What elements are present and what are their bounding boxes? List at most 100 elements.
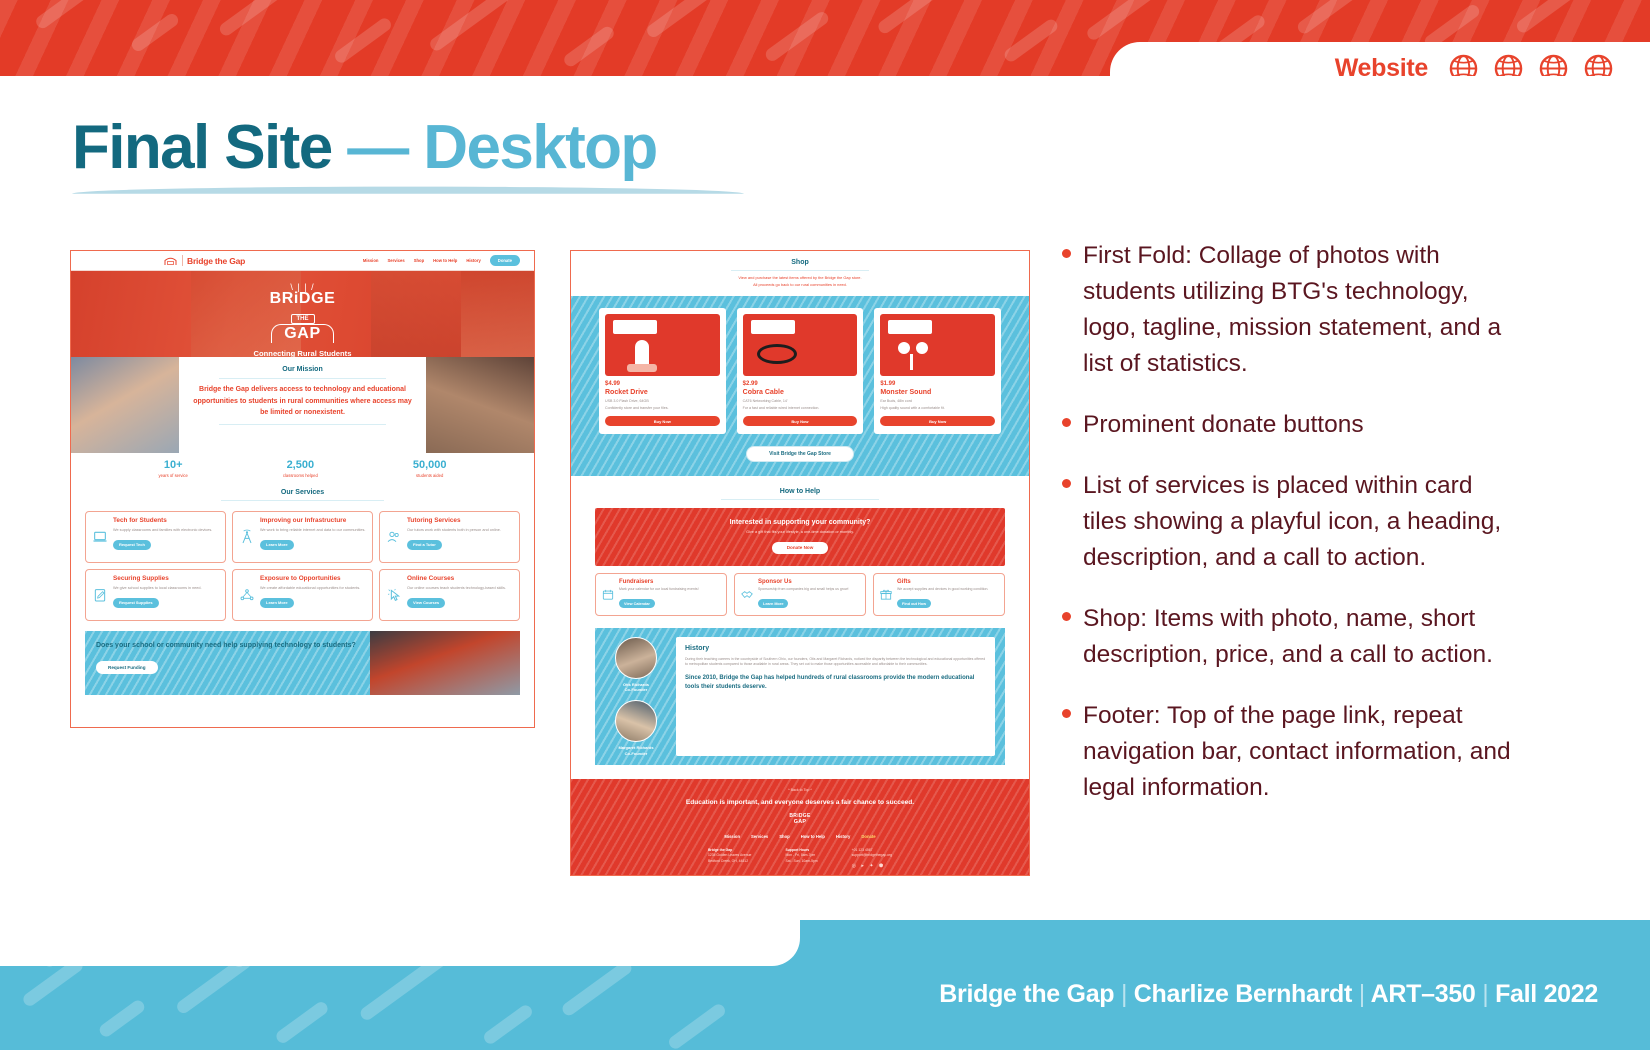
shop-heading: Shop <box>791 259 809 266</box>
footer-hours-title: Support Hours <box>785 848 810 853</box>
stat-item: 2,500 classrooms helped <box>283 459 318 478</box>
request-funding-button[interactable]: Request Funding <box>96 660 158 674</box>
product-card[interactable]: $1.99 Monster Sound Ear Buds, 48in cord … <box>874 308 1001 435</box>
service-card[interactable]: Exposure to Opportunities We create affo… <box>232 569 373 621</box>
footer-link-shop[interactable]: Shop <box>779 834 789 839</box>
product-card[interactable]: $2.99 Cobra Cable CAT6 Networking Cable,… <box>736 308 864 435</box>
footer-link-mission[interactable]: Mission <box>724 834 740 839</box>
nav-link-mission[interactable]: Mission <box>363 258 379 263</box>
how-to-help-heading: How to Help <box>779 488 821 496</box>
help-card[interactable]: Gifts We accept supplies and devices in … <box>873 572 1005 616</box>
nav-link-how-to-help[interactable]: How to Help <box>433 258 457 263</box>
stat-label: years of service <box>158 473 188 478</box>
buy-now-button[interactable]: Buy Now <box>880 416 995 427</box>
bullet-dot-icon <box>1062 249 1071 258</box>
note-text: First Fold: Collage of photos with stude… <box>1083 242 1502 377</box>
globe-icon <box>1494 54 1523 76</box>
shop-subtitle-line1: View and purchase the latest items offer… <box>738 275 862 280</box>
product-image <box>742 314 858 376</box>
service-cta-button[interactable]: Request Tech <box>113 540 151 550</box>
footer-link-history[interactable]: History <box>836 834 850 839</box>
back-to-top-link[interactable]: ^ Back to Top ^ <box>571 788 1029 792</box>
nav-donate-button[interactable]: Donate <box>489 255 520 266</box>
service-cta-button[interactable]: Find a Tutor <box>407 540 442 550</box>
footer-address-line2: Bedford Creek, OH, 44812 <box>707 858 749 863</box>
help-card-button[interactable]: View Calendar <box>619 599 655 608</box>
service-card[interactable]: Online Courses Our online courses teach … <box>379 569 520 621</box>
desktop-mockup-shop: Shop View and purchase the latest items … <box>570 250 1030 876</box>
footer-tagline: Education is important, and everyone des… <box>685 799 915 807</box>
logo-the-text: THE <box>290 314 315 324</box>
footer-donate-link[interactable]: Donate <box>861 834 875 839</box>
service-card[interactable]: Tech for Students We supply classrooms a… <box>85 511 226 563</box>
bridge-the-gap-logo-icon <box>164 257 177 265</box>
globe-icon <box>1584 54 1613 76</box>
donate-banner-sub: Give a gift that fits your lifestyle, a … <box>746 530 854 535</box>
brand-lockup: Bridge the Gap <box>163 255 245 266</box>
service-card[interactable]: Securing Supplies We give school supplie… <box>85 569 226 621</box>
note-item: Footer: Top of the page link, repeat nav… <box>1062 698 1512 806</box>
founder-name: Margaret Richards Co-Founder <box>605 745 667 756</box>
history-highlight: Since 2010, Bridge the Gap has helped hu… <box>685 675 975 690</box>
mission-photo-right <box>426 357 534 453</box>
nav-link-history[interactable]: History <box>466 258 480 263</box>
buy-now-button[interactable]: Buy Now <box>742 416 858 427</box>
history-card: History During their teaching careers in… <box>676 636 995 757</box>
avatar <box>615 700 657 743</box>
help-card[interactable]: Sponsor Us Sponsorship from companies bi… <box>734 572 866 616</box>
footer-columns: Bridge the Gap 1234 Golden Leaves Avenue… <box>571 848 1029 869</box>
buy-now-button[interactable]: Buy Now <box>605 416 720 427</box>
brand-name: Bridge the Gap <box>187 255 246 266</box>
help-card-title: Gifts <box>897 578 911 585</box>
footer-email[interactable]: support@bridgethegap.org <box>852 853 892 857</box>
website-tab: Website <box>1110 42 1650 76</box>
logo-bridge-text: BRiDGE <box>269 290 336 307</box>
services-heading: Our Services <box>280 489 325 496</box>
service-cta-button[interactable]: Learn More <box>260 540 294 550</box>
product-desc: Confidently store and transfer your file… <box>605 406 669 410</box>
service-cta-button[interactable]: View Courses <box>407 598 446 608</box>
service-desc: Our online courses teach students techno… <box>407 586 506 590</box>
footer-social-icons[interactable]: ◎ ▸ ✦ ⬢ <box>852 863 892 869</box>
page-title-part1: Final Site <box>72 113 348 182</box>
avatar <box>615 636 657 679</box>
footer-phone[interactable]: +01 123 4567 <box>852 848 873 852</box>
footer-link-services[interactable]: Services <box>751 834 768 839</box>
footer-hours-line1: Mon - Fri, 8am-7pm <box>785 853 816 858</box>
product-image <box>880 314 995 376</box>
product-desc: For a fast and reliable wired internet c… <box>742 406 820 410</box>
help-cards-grid: Fundraisers Mark your calendar for our l… <box>571 566 1029 616</box>
help-card-button[interactable]: Find out How <box>897 599 932 608</box>
visit-store-button[interactable]: Visit Bridge the Gap Store <box>746 446 854 463</box>
service-cta-button[interactable]: Learn More <box>260 598 294 608</box>
tower-icon <box>242 529 252 544</box>
cursor-click-icon <box>387 588 401 601</box>
service-desc: We work to bring reliable internet and d… <box>260 528 366 532</box>
help-card[interactable]: Fundraisers Mark your calendar for our l… <box>595 572 727 616</box>
help-card-title: Fundraisers <box>619 578 654 585</box>
footer-link-how-to-help[interactable]: How to Help <box>801 834 825 839</box>
service-card[interactable]: Tutoring Services Our tutors work with s… <box>379 511 520 563</box>
hero-logo: \ | | / BRiDGE THE GAP Connecting Rural … <box>213 283 393 358</box>
product-card[interactable]: $4.99 Rocket Drive USB 3.0 Flash Drive, … <box>599 308 726 435</box>
shop-header: Shop View and purchase the latest items … <box>571 251 1029 288</box>
nav-link-services[interactable]: Services <box>387 258 404 263</box>
product-spec: Ear Buds, 48in cord <box>880 399 912 403</box>
note-item: Prominent donate buttons <box>1062 407 1512 443</box>
funding-banner-photo <box>370 631 520 695</box>
founder-name-text: Otis Richards <box>622 681 649 687</box>
help-card-button[interactable]: Learn More <box>758 599 789 608</box>
credit-line: Bridge the Gap | Charlize Bernhardt | AR… <box>939 980 1598 1009</box>
service-cta-button[interactable]: Request Supplies <box>113 598 159 608</box>
bullet-dot-icon <box>1062 418 1071 427</box>
title-underline-swoosh <box>72 186 744 194</box>
nav-link-shop[interactable]: Shop <box>414 258 424 263</box>
product-name: Monster Sound <box>880 389 932 396</box>
logo-gap-arch: GAP <box>271 324 334 343</box>
service-card[interactable]: Improving our Infrastructure We work to … <box>232 511 373 563</box>
note-text: Prominent donate buttons <box>1083 411 1364 438</box>
hero-tagline-line1: Connecting Rural Students <box>253 349 352 357</box>
credit-separator: | <box>1482 980 1489 1008</box>
mission-statement: Bridge the Gap delivers access to techno… <box>193 386 412 416</box>
donate-now-button[interactable]: Donate Now <box>772 542 828 554</box>
